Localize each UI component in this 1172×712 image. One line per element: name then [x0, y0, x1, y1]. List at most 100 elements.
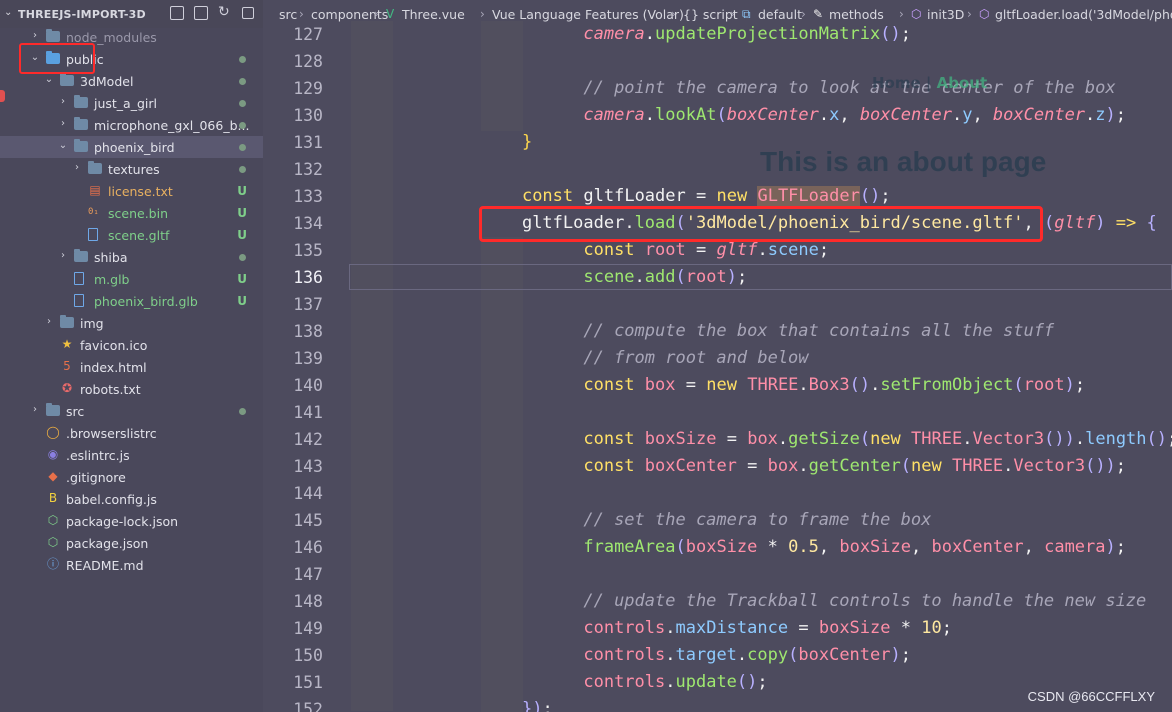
breadcrumb-item[interactable]: src — [279, 7, 297, 22]
tree-item-m-glb[interactable]: m.glb U — [0, 268, 263, 290]
tree-item-index-html[interactable]: 5 index.html — [0, 356, 263, 378]
line-number: 127 — [293, 25, 323, 44]
code-line[interactable]: frameArea(boxSize * 0.5, boxSize, boxCen… — [481, 534, 1126, 561]
eslint-icon: ◉ — [47, 447, 59, 461]
chevron-right-icon[interactable]: › — [58, 250, 68, 261]
code-line[interactable]: // from root and below — [481, 345, 808, 372]
tree-item-readme-md[interactable]: ⓘ README.md — [0, 554, 263, 576]
tree-item-phoenix-bird[interactable]: ⌄ phoenix_bird — [0, 136, 263, 158]
code-line[interactable]: const boxSize = box.getSize(new THREE.Ve… — [481, 426, 1172, 453]
line-number: 138 — [293, 322, 323, 341]
tree-item-img[interactable]: › img — [0, 312, 263, 334]
tree-item-microphone-gxl-066-b-[interactable]: › microphone_gxl_066_b... — [0, 114, 263, 136]
line-number: 134 — [293, 214, 323, 233]
class-icon: ⧉ — [742, 7, 751, 21]
tree-item-favicon-ico[interactable]: ★ favicon.ico — [0, 334, 263, 356]
breadcrumb-item[interactable]: methods — [829, 7, 884, 22]
tree-item-label: phoenix_bird — [94, 140, 175, 155]
line-number: 142 — [293, 430, 323, 449]
modified-dot-icon — [239, 122, 246, 129]
overlay-nav-about[interactable]: About — [937, 74, 988, 92]
tree-item-label: microphone_gxl_066_b... — [94, 118, 250, 133]
explorer-header: ⌄ THREEJS-IMPORT-3D ↻ — [0, 0, 263, 28]
tree-item-label: img — [80, 316, 104, 331]
code-line[interactable]: const box = new THREE.Box3().setFromObje… — [481, 372, 1085, 399]
code-line[interactable] — [481, 561, 491, 588]
chevron-down-icon[interactable]: ⌄ — [58, 140, 68, 151]
code-line[interactable] — [481, 48, 491, 75]
folder-icon — [74, 95, 88, 108]
new-folder-icon[interactable] — [194, 6, 208, 20]
tree-item-label: favicon.ico — [80, 338, 148, 353]
code-line[interactable]: } — [481, 129, 532, 156]
code-line[interactable]: camera.updateProjectionMatrix(); — [481, 21, 911, 48]
chevron-right-icon[interactable]: › — [58, 96, 68, 107]
code-line[interactable]: // set the camera to frame the box — [481, 507, 931, 534]
breadcrumb-item[interactable]: default — [758, 7, 802, 22]
tree-item-phoenix-bird-glb[interactable]: phoenix_bird.glb U — [0, 290, 263, 312]
tree-item-babel-config-js[interactable]: Bbabel.config.js — [0, 488, 263, 510]
breadcrumb-item[interactable]: gltfLoader.load('3dModel/pho — [995, 7, 1172, 22]
untracked-badge: U — [237, 294, 247, 308]
chevron-right-icon[interactable]: › — [44, 316, 54, 327]
tree-item-just-a-girl[interactable]: › just_a_girl — [0, 92, 263, 114]
collapse-all-icon[interactable] — [242, 7, 254, 19]
tree-item-textures[interactable]: › textures — [0, 158, 263, 180]
tree-item-package-json[interactable]: ⬡ package.json — [0, 532, 263, 554]
tree-item-license-txt[interactable]: ▤ license.txt U — [0, 180, 263, 202]
chevron-right-icon[interactable]: › — [30, 30, 40, 41]
tree-item-label: 3dModel — [80, 74, 134, 89]
code-line[interactable] — [481, 480, 491, 507]
code-editor[interactable]: src › components › V Three.vue › Vue Language F… — [263, 0, 1172, 712]
code-line[interactable] — [481, 399, 491, 426]
folder-icon — [74, 117, 88, 130]
code-line[interactable]: // point the camera to look at the cente… — [481, 75, 1115, 102]
tree-item--gitignore[interactable]: ◆ .gitignore — [0, 466, 263, 488]
breadcrumb-item[interactable]: Three.vue — [402, 7, 465, 22]
code-line[interactable]: controls.maxDistance = boxSize * 10; — [481, 615, 952, 642]
tree-item--eslintrc-js[interactable]: ◉ .eslintrc.js — [0, 444, 263, 466]
line-number: 145 — [293, 511, 323, 530]
breadcrumb-item[interactable]: init3D — [927, 7, 964, 22]
refresh-icon[interactable]: ↻ — [218, 4, 230, 20]
code-line[interactable] — [481, 291, 491, 318]
code-line[interactable]: controls.update(); — [481, 669, 767, 696]
chevron-right-icon[interactable]: › — [58, 118, 68, 129]
tree-item--browserslistrc[interactable]: ◯ .browserslistrc — [0, 422, 263, 444]
tree-item-package-lock-json[interactable]: ⬡ package-lock.json — [0, 510, 263, 532]
tree-item-label: index.html — [80, 360, 147, 375]
code-line[interactable]: }); — [481, 696, 553, 712]
tree-item-label: just_a_girl — [94, 96, 157, 111]
tree-item-src[interactable]: › src — [0, 400, 263, 422]
line-number: 143 — [293, 457, 323, 476]
tree-item-robots-txt[interactable]: ✪ robots.txt — [0, 378, 263, 400]
file-icon — [74, 272, 84, 285]
overlay-nav: Home | About — [872, 74, 987, 92]
code-line[interactable] — [481, 156, 491, 183]
line-number: 150 — [293, 646, 323, 665]
code-line[interactable]: const boxCenter = box.getCenter(new THRE… — [481, 453, 1126, 480]
chevron-down-icon[interactable]: ⌄ — [4, 7, 12, 18]
breadcrumb-item[interactable]: Vue Language Features (Volar) — [492, 7, 684, 22]
chevron-right-icon[interactable]: › — [30, 404, 40, 415]
code-line[interactable]: scene.add(root); — [481, 264, 747, 291]
tree-item-label: .browserslistrc — [66, 426, 157, 441]
tree-item-scene-bin[interactable]: 0₁ scene.bin U — [0, 202, 263, 224]
untracked-badge: U — [237, 272, 247, 286]
git-icon: ◆ — [48, 469, 58, 483]
code-line[interactable]: // update the Trackball controls to hand… — [481, 588, 1146, 615]
chevron-right-icon[interactable]: › — [72, 162, 82, 173]
line-number: 135 — [293, 241, 323, 260]
chevron-down-icon[interactable]: ⌄ — [44, 74, 54, 85]
package-icon: ⬡ — [47, 535, 59, 549]
tree-item-scene-gltf[interactable]: scene.gltf U — [0, 224, 263, 246]
new-file-icon[interactable] — [170, 6, 184, 20]
code-line[interactable]: camera.lookAt(boxCenter.x, boxCenter.y, … — [481, 102, 1126, 129]
overlay-nav-home[interactable]: Home — [872, 74, 921, 92]
code-line[interactable]: controls.target.copy(boxCenter); — [481, 642, 911, 669]
line-number: 144 — [293, 484, 323, 503]
code-line[interactable]: // compute the box that contains all the… — [481, 318, 1054, 345]
chevron-right-icon: › — [299, 7, 304, 21]
tree-item-shiba[interactable]: › shiba — [0, 246, 263, 268]
src-folder-icon — [46, 403, 60, 416]
